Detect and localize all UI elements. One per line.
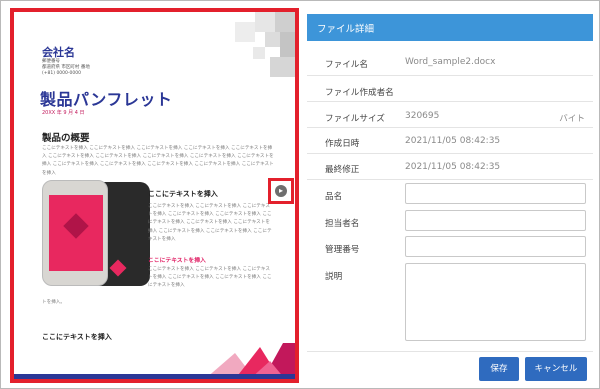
size-value: 320695 [405, 111, 440, 121]
product-label: 品名 [325, 192, 343, 202]
panel-title: ファイル詳細 [317, 24, 375, 35]
row-file-size: ファイルサイズ 320695 バイト [307, 104, 593, 128]
size-label: ファイルサイズ [325, 114, 385, 124]
cancel-button[interactable]: キャンセル [525, 357, 587, 381]
row-file-name: ファイル名 Word_sample2.docx [307, 52, 593, 76]
created-label: 作成日時 [325, 139, 360, 149]
panel-header: ファイル詳細 [307, 14, 593, 41]
management-number-input[interactable] [405, 236, 586, 257]
phone-front-image [42, 180, 108, 286]
description-label: 説明 [325, 272, 343, 282]
description-textarea[interactable] [405, 263, 586, 341]
document-date: 20XX 年 9 月 4 日 [42, 110, 85, 116]
address-line: (+81) 0000-0000 [42, 71, 81, 76]
modified-value: 2021/11/05 08:42:35 [405, 162, 501, 172]
person-label: 担当者名 [325, 219, 360, 229]
phone-screen [49, 195, 103, 271]
next-page-button[interactable]: ▸ [268, 178, 294, 204]
file-detail-panel: ファイル詳細 ファイル名 Word_sample2.docx ファイル作成者名 … [307, 14, 593, 384]
file-name-label: ファイル名 [325, 60, 368, 70]
company-name: 会社名 [42, 46, 75, 59]
section-heading: 製品の概要 [42, 133, 90, 144]
decorative-squares-top [215, 12, 295, 82]
body-paragraph-2: ここにテキストを挿入 ここにテキストを挿入 ここにテキストを挿入 ここにテキスト… [148, 267, 272, 289]
modified-label: 最終修正 [325, 165, 360, 175]
footer-divider [307, 351, 593, 352]
manage-label: 管理番号 [325, 245, 360, 255]
file-name-value: Word_sample2.docx [405, 57, 496, 67]
document-title: 製品パンフレット [40, 90, 173, 109]
row-modified: 最終修正 2021/11/05 08:42:35 [307, 156, 593, 180]
diamond-logo-icon [63, 213, 89, 239]
intro-paragraph: ここにテキストを挿入 ここにテキストを挿入 ここにテキストを挿入 ここにテキスト… [42, 146, 274, 176]
save-button[interactable]: 保存 [479, 357, 519, 381]
arrow-right-circle-icon: ▸ [275, 185, 287, 197]
body-paragraph: ここにテキストを挿入 ここにテキストを挿入 ここにテキストを挿入 ここにテキスト… [148, 204, 272, 242]
row-created: 作成日時 2021/11/05 08:42:35 [307, 130, 593, 154]
pink-heading: ここにテキストを挿入 [148, 258, 206, 264]
bottom-heading: ここにテキストを挿入 [42, 333, 112, 341]
product-name-input[interactable] [405, 183, 586, 204]
person-name-input[interactable] [405, 210, 586, 231]
document-page: 会社名 郵便番号 都道府県 市区町村 番地 (+81) 0000-0000 製品… [14, 12, 295, 379]
document-bottom-bar [14, 374, 295, 379]
created-value: 2021/11/05 08:42:35 [405, 136, 501, 146]
phone-logo-icon [109, 259, 127, 277]
size-unit: バイト [559, 114, 585, 124]
document-preview[interactable]: 会社名 郵便番号 都道府県 市区町村 番地 (+81) 0000-0000 製品… [10, 8, 299, 383]
creator-label: ファイル作成者名 [325, 88, 394, 98]
window: 会社名 郵便番号 都道府県 市区町村 番地 (+81) 0000-0000 製品… [0, 0, 600, 389]
sub-heading: ここにテキストを挿入 [148, 190, 218, 198]
row-creator: ファイル作成者名 [307, 78, 593, 102]
tail-text: トを挿入。 [42, 300, 65, 305]
